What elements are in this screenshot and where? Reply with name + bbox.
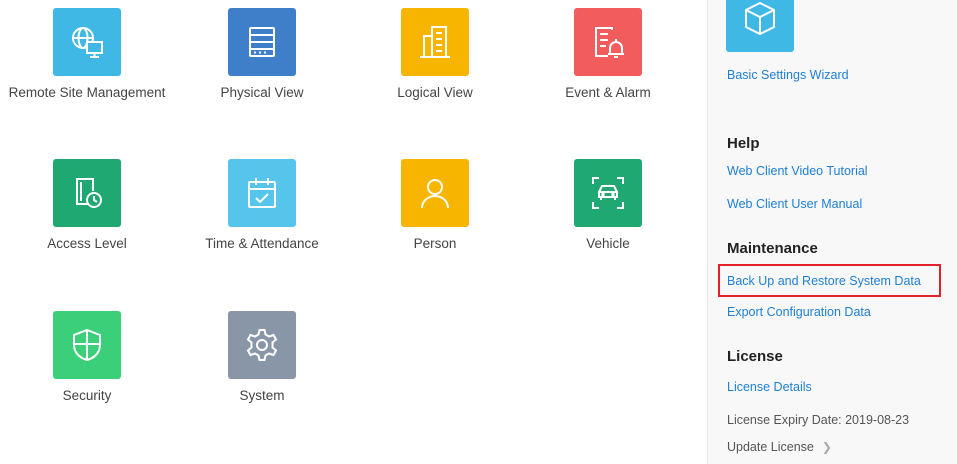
right-sidebar: Basic Settings Wizard Help Web Client Vi… bbox=[708, 0, 957, 464]
license-details-link[interactable]: License Details bbox=[727, 380, 812, 394]
video-tutorial-link[interactable]: Web Client Video Tutorial bbox=[727, 164, 868, 178]
module-access-level[interactable]: Access Level bbox=[2, 159, 172, 251]
module-time-attendance[interactable]: Time & Attendance bbox=[177, 159, 347, 251]
server-rack-icon bbox=[228, 8, 296, 76]
building-icon bbox=[401, 8, 469, 76]
basic-settings-wizard-link[interactable]: Basic Settings Wizard bbox=[727, 68, 849, 82]
globe-monitor-icon bbox=[53, 8, 121, 76]
module-label: Vehicle bbox=[586, 236, 630, 251]
module-label: Access Level bbox=[47, 236, 127, 251]
license-heading: License bbox=[727, 348, 783, 365]
license-expiry-text: License Expiry Date: 2019-08-23 bbox=[727, 413, 910, 427]
module-label: Physical View bbox=[220, 85, 304, 100]
cube-icon[interactable] bbox=[726, 0, 794, 52]
vehicle-scan-icon bbox=[574, 159, 642, 227]
module-physical-view[interactable]: Physical View bbox=[177, 8, 347, 100]
module-logical-view[interactable]: Logical View bbox=[350, 8, 520, 100]
module-label: Security bbox=[62, 388, 112, 403]
module-vehicle[interactable]: Vehicle bbox=[523, 159, 693, 251]
user-manual-link[interactable]: Web Client User Manual bbox=[727, 197, 862, 211]
module-remote-site-management[interactable]: Remote Site Management bbox=[2, 8, 172, 100]
module-label: System bbox=[239, 388, 285, 403]
export-config-link[interactable]: Export Configuration Data bbox=[727, 305, 871, 319]
module-label: Person bbox=[413, 236, 457, 251]
calendar-check-icon bbox=[228, 159, 296, 227]
help-heading: Help bbox=[727, 135, 760, 152]
update-license-label: Update License bbox=[727, 440, 814, 454]
shield-icon bbox=[53, 311, 121, 379]
module-person[interactable]: Person bbox=[350, 159, 520, 251]
maintenance-heading: Maintenance bbox=[727, 240, 818, 257]
module-system[interactable]: System bbox=[177, 311, 347, 403]
door-clock-icon bbox=[53, 159, 121, 227]
chevron-right-icon: ❯ bbox=[821, 440, 832, 454]
gear-icon bbox=[228, 311, 296, 379]
alarm-bell-icon bbox=[574, 8, 642, 76]
backup-restore-link[interactable]: Back Up and Restore System Data bbox=[727, 274, 921, 288]
module-label: Event & Alarm bbox=[565, 85, 651, 100]
module-grid: Remote Site Management Physical View Log… bbox=[0, 0, 707, 464]
update-license-button[interactable]: Update License ❯ bbox=[727, 440, 832, 454]
module-event-alarm[interactable]: Event & Alarm bbox=[523, 8, 693, 100]
module-label: Remote Site Management bbox=[8, 85, 166, 100]
person-icon bbox=[401, 159, 469, 227]
module-label: Time & Attendance bbox=[205, 236, 319, 251]
module-label: Logical View bbox=[397, 85, 473, 100]
module-security[interactable]: Security bbox=[2, 311, 172, 403]
